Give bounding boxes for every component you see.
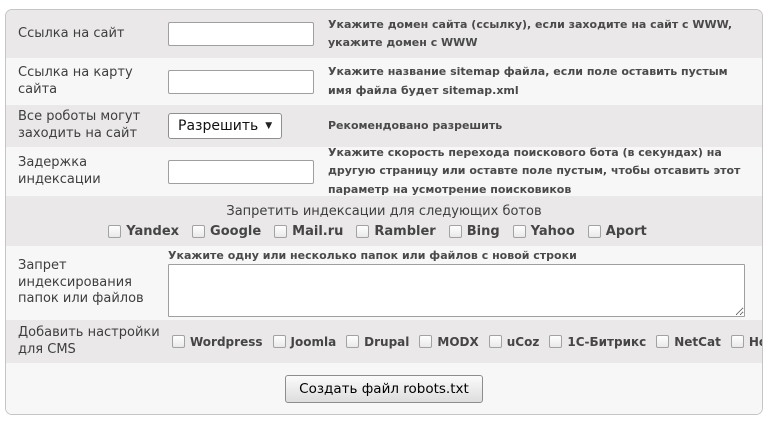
checkbox-cms-drupal[interactable]: Drupal bbox=[346, 335, 409, 349]
cms-item-label: HostCMS bbox=[749, 335, 763, 349]
checkbox-bot-google[interactable]: Google bbox=[192, 224, 261, 239]
bot-label: Yandex bbox=[126, 224, 179, 239]
checkbox-cms-joomla[interactable]: Joomla bbox=[273, 335, 337, 349]
row-block-bots: Запретить индексации для следующих ботов… bbox=[6, 196, 762, 246]
disallow-paths-label: Запрет индексирования папок или файлов bbox=[18, 258, 168, 309]
robots-generator-form: Ссылка на сайт Укажите домен сайта (ссыл… bbox=[5, 9, 763, 415]
cms-item-label: uCoz bbox=[507, 335, 540, 349]
row-submit: Создать файл robots.txt bbox=[6, 363, 762, 414]
robots-allow-hint: Рекомендовано разрешить bbox=[328, 117, 750, 135]
bot-label: Google bbox=[210, 224, 261, 239]
site-link-hint: Укажите домен сайта (ссылку), если заход… bbox=[328, 16, 750, 52]
row-site-link: Ссылка на сайт Укажите домен сайта (ссыл… bbox=[6, 10, 762, 58]
robots-allow-label: Все роботы могут заходить на сайт bbox=[18, 109, 168, 143]
disallow-paths-textarea[interactable] bbox=[168, 264, 745, 317]
checkbox-icon[interactable] bbox=[731, 335, 744, 348]
bot-label: Aport bbox=[606, 224, 647, 239]
row-sitemap-link: Ссылка на карту сайта Укажите название s… bbox=[6, 58, 762, 105]
checkbox-icon[interactable] bbox=[656, 335, 669, 348]
cms-list: Wordpress Joomla Drupal MODX uCoz 1С-Бит… bbox=[168, 335, 763, 349]
block-bots-title: Запретить индексации для следующих ботов bbox=[226, 204, 541, 219]
cms-item-label: MODX bbox=[437, 335, 478, 349]
checkbox-icon[interactable] bbox=[274, 225, 287, 238]
site-link-input[interactable] bbox=[168, 22, 314, 46]
checkbox-cms-hostcms[interactable]: HostCMS bbox=[731, 335, 763, 349]
checkbox-icon[interactable] bbox=[449, 225, 462, 238]
crawl-delay-label: Задержка индексации bbox=[18, 155, 168, 189]
sitemap-link-input[interactable] bbox=[168, 70, 314, 94]
checkbox-icon[interactable] bbox=[513, 225, 526, 238]
checkbox-icon[interactable] bbox=[419, 335, 432, 348]
cms-item-label: 1С-Битрикс bbox=[567, 335, 646, 349]
bot-label: Bing bbox=[467, 224, 500, 239]
checkbox-cms-ucoz[interactable]: uCoz bbox=[489, 335, 540, 349]
checkbox-icon[interactable] bbox=[192, 225, 205, 238]
row-crawl-delay: Задержка индексации Укажите скорость пер… bbox=[6, 147, 762, 196]
checkbox-icon[interactable] bbox=[172, 335, 185, 348]
checkbox-cms-wordpress[interactable]: Wordpress bbox=[172, 335, 263, 349]
checkbox-bot-rambler[interactable]: Rambler bbox=[356, 224, 435, 239]
cms-item-label: NetCat bbox=[674, 335, 721, 349]
site-link-label: Ссылка на сайт bbox=[18, 26, 168, 43]
checkbox-icon[interactable] bbox=[549, 335, 562, 348]
create-robots-button[interactable]: Создать файл robots.txt bbox=[285, 375, 483, 403]
crawl-delay-input[interactable] bbox=[168, 160, 314, 184]
checkbox-icon[interactable] bbox=[108, 225, 121, 238]
bot-label: Yahoo bbox=[531, 224, 575, 239]
row-robots-allow: Все роботы могут заходить на сайт Разреш… bbox=[6, 105, 762, 147]
disallow-paths-hint: Укажите одну или несколько папок или фай… bbox=[168, 249, 750, 262]
cms-item-label: Drupal bbox=[364, 335, 409, 349]
checkbox-icon[interactable] bbox=[588, 225, 601, 238]
checkbox-bot-yahoo[interactable]: Yahoo bbox=[513, 224, 575, 239]
checkbox-cms-bitrix[interactable]: 1С-Битрикс bbox=[549, 335, 646, 349]
checkbox-cms-netcat[interactable]: NetCat bbox=[656, 335, 721, 349]
checkbox-bot-mailru[interactable]: Mail.ru bbox=[274, 224, 343, 239]
cms-item-label: Joomla bbox=[291, 335, 337, 349]
checkbox-icon[interactable] bbox=[489, 335, 502, 348]
sitemap-link-label: Ссылка на карту сайта bbox=[18, 65, 168, 99]
bot-label: Rambler bbox=[374, 224, 435, 239]
checkbox-bot-yandex[interactable]: Yandex bbox=[108, 224, 179, 239]
cms-label: Добавить настройки для CMS bbox=[18, 325, 168, 359]
robots-allow-selected-value: Разрешить bbox=[178, 118, 258, 134]
crawl-delay-hint: Укажите скорость перехода поискового бот… bbox=[328, 144, 750, 198]
cms-item-label: Wordpress bbox=[190, 335, 263, 349]
checkbox-icon[interactable] bbox=[273, 335, 286, 348]
bot-label: Mail.ru bbox=[292, 224, 343, 239]
disallow-paths-control: Укажите одну или несколько папок или фай… bbox=[168, 249, 750, 317]
checkbox-cms-modx[interactable]: MODX bbox=[419, 335, 478, 349]
checkbox-bot-aport[interactable]: Aport bbox=[588, 224, 647, 239]
site-link-control bbox=[168, 22, 328, 46]
crawl-delay-control bbox=[168, 160, 328, 184]
robots-allow-select[interactable]: Разрешить ▼ bbox=[168, 113, 282, 139]
checkbox-bot-bing[interactable]: Bing bbox=[449, 224, 500, 239]
block-bots-list: Yandex Google Mail.ru Rambler Bing Yahoo bbox=[108, 224, 659, 239]
sitemap-link-hint: Укажите название sitemap файла, если пол… bbox=[328, 63, 750, 99]
chevron-down-icon: ▼ bbox=[265, 121, 272, 131]
row-disallow-paths: Запрет индексирования папок или файлов У… bbox=[6, 246, 762, 320]
checkbox-icon[interactable] bbox=[356, 225, 369, 238]
sitemap-link-control bbox=[168, 70, 328, 94]
robots-allow-control: Разрешить ▼ bbox=[168, 113, 328, 139]
checkbox-icon[interactable] bbox=[346, 335, 359, 348]
row-cms: Добавить настройки для CMS Wordpress Joo… bbox=[6, 320, 762, 363]
